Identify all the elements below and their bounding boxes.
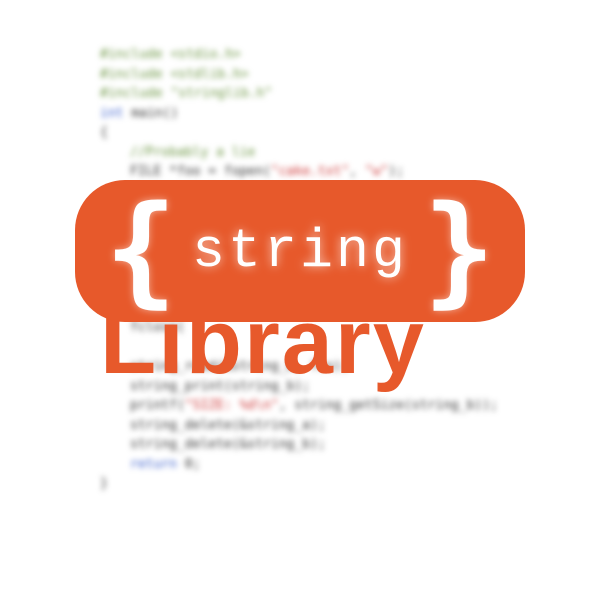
code-comment: //Probably a lie (130, 145, 255, 160)
code-text: main() (123, 106, 178, 121)
code-text: printf( (130, 398, 185, 413)
brace-right-icon: } (423, 215, 495, 287)
code-line: #include "stringlib.h" (100, 86, 272, 101)
code-keyword: int (100, 106, 123, 121)
code-text: , (349, 164, 365, 179)
logo: { string } Library (75, 180, 525, 395)
code-text: FILE *foo = fopen( (130, 164, 271, 179)
code-text: , string_getSize(string_b)); (279, 398, 498, 413)
code-text: 0; (177, 457, 200, 472)
code-keyword: return (130, 457, 177, 472)
code-text: ); (388, 164, 404, 179)
code-string: "w" (365, 164, 388, 179)
code-line: #include <stdio.h> (100, 47, 241, 62)
code-string: "SIZE: %d\n" (185, 398, 279, 413)
code-line: #include <stdlib.h> (100, 67, 249, 82)
logo-title: string (192, 220, 408, 283)
code-line: string_delete(&string_b); (130, 435, 498, 455)
brace-left-icon: { (105, 215, 177, 287)
code-string: "cake.txt" (271, 164, 349, 179)
code-line: string_delete(&string_a); (130, 416, 498, 436)
code-line: } (100, 474, 498, 494)
code-line: { (100, 123, 498, 143)
logo-badge: { string } (75, 180, 525, 322)
